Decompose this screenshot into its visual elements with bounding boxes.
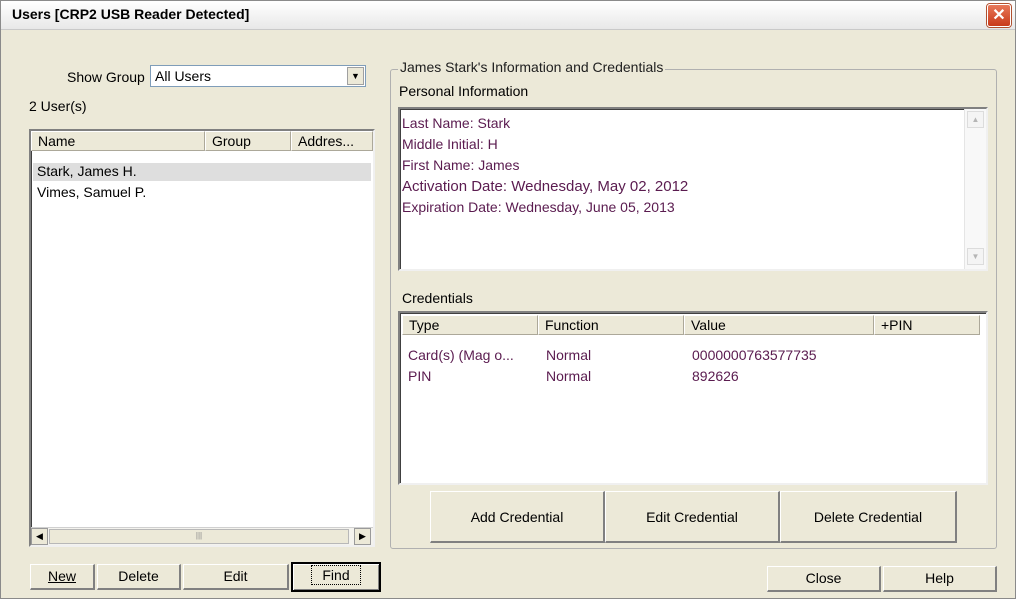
help-button-label: Help [925,570,954,586]
scroll-thumb[interactable]: ||| [49,529,349,544]
title-bar[interactable]: Users [CRP2 USB Reader Detected] ✕ [1,1,1015,30]
help-button[interactable]: Help [883,566,997,592]
find-button-label: Find [311,565,361,585]
last-name-line: Last Name: Stark [402,115,511,131]
group-title: James Stark's Information and Credential… [398,59,666,75]
chevron-down-icon[interactable]: ▼ [347,67,364,85]
column-header-function[interactable]: Function [538,315,684,335]
middle-initial-line: Middle Initial: H [402,136,498,152]
edit-button-label: Edit [223,568,248,584]
vertical-scrollbar[interactable]: ▲ ▼ [964,109,986,269]
edit-credential-button[interactable]: Edit Credential [605,491,780,543]
personal-info-label: Personal Information [399,83,529,99]
users-dialog: Users [CRP2 USB Reader Detected] ✕ Show … [0,0,1016,599]
column-header-pin[interactable]: +PIN [874,315,980,335]
credential-type[interactable]: Card(s) (Mag o... [408,347,514,363]
column-header-group[interactable]: Group [205,131,291,151]
credentials-label: Credentials [402,290,473,306]
activation-date-line: Activation Date: Wednesday, May 02, 2012 [402,178,689,195]
credential-function: Normal [546,347,592,363]
window-title: Users [CRP2 USB Reader Detected] [12,6,250,22]
delete-button[interactable]: Delete [97,564,181,590]
group-select[interactable]: All Users ▼ [150,65,366,87]
user-row[interactable]: Vimes, Samuel P. [37,184,146,200]
show-group-label: Show Group [67,69,145,85]
arrow-up-icon[interactable]: ▲ [967,111,984,128]
column-header-name[interactable]: Name [31,131,205,151]
user-list[interactable]: Name Group Addres... Stark, James H. Vim… [29,129,375,547]
add-credential-button[interactable]: Add Credential [430,491,605,543]
credential-type[interactable]: PIN [408,368,431,384]
arrow-left-icon[interactable]: ◀ [31,528,48,545]
arrow-right-icon[interactable]: ▶ [354,528,371,545]
column-header-value[interactable]: Value [684,315,874,335]
column-header-type[interactable]: Type [402,315,538,335]
credentials-list[interactable]: Type Function Value +PIN Card(s) (Mag o.… [398,311,988,485]
horizontal-scrollbar[interactable]: ◀ ||| ▶ [31,527,373,545]
arrow-down-icon[interactable]: ▼ [967,248,984,265]
expiration-date-line: Expiration Date: Wednesday, June 05, 201… [402,199,675,215]
close-button[interactable]: Close [767,566,881,592]
group-select-value: All Users [155,68,212,84]
new-button[interactable]: New [30,564,95,590]
new-button-label: New [47,568,76,584]
user-row[interactable]: Stark, James H. [33,163,371,181]
delete-button-label: Delete [118,568,159,584]
credential-value: 892626 [692,368,739,384]
user-count: 2 User(s) [29,98,87,114]
find-button[interactable]: Find [291,562,381,592]
close-icon[interactable]: ✕ [987,4,1011,27]
credential-value: 0000000763577735 [692,347,817,363]
first-name-line: First Name: James [402,157,520,173]
edit-button[interactable]: Edit [183,564,289,590]
credential-function: Normal [546,368,592,384]
personal-info-box[interactable]: Last Name: Stark Middle Initial: H First… [398,107,988,271]
column-header-address[interactable]: Addres... [291,131,373,151]
close-button-label: Close [805,570,842,586]
delete-credential-button[interactable]: Delete Credential [780,491,957,543]
